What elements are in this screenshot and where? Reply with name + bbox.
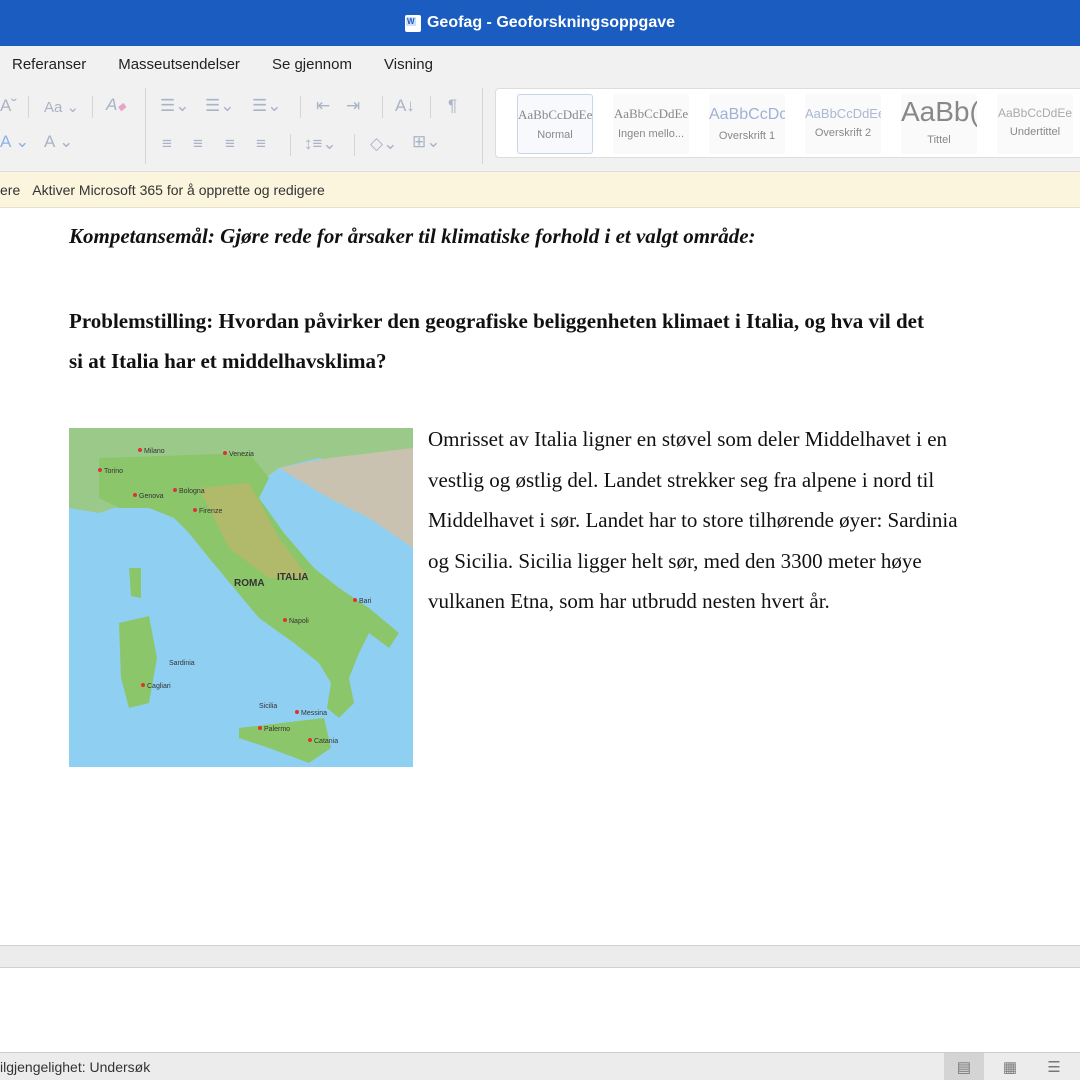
bullets-icon[interactable]: ☰⌄ [160, 96, 189, 116]
tab-se-gjennom[interactable]: Se gjennom [272, 56, 352, 73]
style-preview: AaBbCcDdEe [997, 106, 1073, 120]
style-label: Overskrift 2 [814, 127, 872, 139]
word-icon [404, 14, 421, 32]
map-label: Cagliari [147, 683, 171, 690]
map-label: Sardinia [169, 660, 195, 667]
style-overskrift-1[interactable]: AaBbCcDc Overskrift 1 [709, 94, 785, 154]
map-label: Firenze [199, 508, 222, 515]
style-label: Ingen mello... [617, 128, 685, 140]
title-bar: Geofag - Geoforskningsoppgave [0, 0, 1080, 46]
tab-visning[interactable]: Visning [384, 56, 433, 73]
font-color-button[interactable]: A ⌄ [44, 132, 73, 152]
map-label: Venezia [229, 451, 254, 458]
map-label: Torino [104, 468, 123, 475]
accessibility-status[interactable]: ilgjengelighet: Undersøk [0, 1059, 150, 1075]
map-label: Catania [314, 738, 338, 745]
styles-gallery: AaBbCcDdEe Normal AaBbCcDdEe Ingen mello...… [495, 88, 1080, 158]
align-right-icon[interactable]: ≡ [225, 134, 235, 154]
ribbon: A˘ Aa ⌄ A◆ A ⌄ A ⌄ ☰⌄ ☰⌄ ☰⌄ ⇤ ⇥ A↓ ¶ ≡ ≡… [0, 82, 1080, 172]
notice-prefix: ere [0, 181, 21, 198]
map-label: Napoli [289, 618, 309, 625]
style-normal[interactable]: AaBbCcDdEe Normal [517, 94, 593, 154]
style-preview: AaBbCcDdEe [613, 106, 689, 121]
style-undertittel[interactable]: AaBbCcDdEe Undertittel [997, 94, 1073, 154]
line-spacing-icon[interactable]: ↕≡⌄ [304, 134, 337, 154]
justify-icon[interactable]: ≡ [256, 134, 266, 154]
numbering-icon[interactable]: ☰⌄ [205, 96, 234, 116]
change-case-button[interactable]: Aa ⌄ [44, 98, 79, 116]
borders-icon[interactable]: ⊞⌄ [412, 132, 441, 152]
map-label: Messina [301, 710, 327, 717]
ribbon-tabs: Referanser Masseutsendelser Se gjennom V… [0, 46, 1080, 82]
font-size-icon[interactable]: A˘ [0, 96, 17, 116]
horizontal-scrollbar[interactable] [0, 945, 1080, 968]
tab-referanser[interactable]: Referanser [12, 56, 86, 73]
multilevel-list-icon[interactable]: ☰⌄ [252, 96, 281, 116]
style-label: Normal [537, 129, 573, 141]
style-tittel[interactable]: AaBb( Tittel [901, 94, 977, 154]
map-label: Genova [139, 493, 164, 500]
map-label: ROMA [234, 578, 265, 589]
outline-view-icon[interactable]: ☰ [1034, 1053, 1074, 1080]
window-title: Geofag - Geoforskningsoppgave [426, 14, 676, 31]
problem-statement: Problemstilling: Hvordan påvirker den ge… [69, 309, 924, 373]
map-label: ITALIA [277, 572, 308, 583]
document-page[interactable]: Kompetansemål: Gjøre rede for årsaker ti… [0, 208, 1080, 945]
shading-icon[interactable]: ◇⌄ [370, 134, 397, 154]
body-paragraph: Omrisset av Italia ligner en støvel som … [428, 427, 958, 613]
style-ingen-mello-[interactable]: AaBbCcDdEe Ingen mello... [613, 94, 689, 154]
tab-masseutsendelser[interactable]: Masseutsendelser [118, 56, 240, 73]
pilcrow-icon[interactable]: ¶ [448, 96, 457, 116]
style-label: Overskrift 1 [718, 130, 776, 142]
status-bar: ilgjengelighet: Undersøk [0, 1052, 1080, 1080]
text-effects-button[interactable]: A ⌄ [0, 132, 29, 152]
map-label: Milano [144, 448, 165, 455]
notice-text[interactable]: Aktiver Microsoft 365 for å opprette og … [32, 182, 325, 198]
map-label: Bologna [179, 488, 205, 495]
italy-map-image: ITALIA ROMA Milano Torino Venezia Bologna Fire… [69, 428, 413, 767]
align-left-icon[interactable]: ≡ [162, 134, 172, 154]
map-label: Bari [359, 598, 372, 605]
style-preview: AaBbCcDdEe [518, 107, 592, 122]
competence-heading: Kompetansemål: Gjøre rede for årsaker ti… [69, 224, 756, 248]
style-preview: AaBbCcDc [709, 106, 785, 123]
style-preview: AaBbCcDdEe [805, 106, 881, 121]
clear-formatting-icon[interactable]: A◆ [106, 95, 126, 115]
web-layout-view-icon[interactable]: ▦ [990, 1053, 1030, 1080]
align-center-icon[interactable]: ≡ [193, 134, 203, 154]
decrease-indent-icon[interactable]: ⇤ [316, 96, 330, 116]
sort-icon[interactable]: A↓ [395, 96, 415, 116]
style-overskrift-2[interactable]: AaBbCcDdEe Overskrift 2 [805, 94, 881, 154]
style-preview: AaBb( [901, 96, 977, 127]
activation-notice: ere Aktiver Microsoft 365 for å opprette… [0, 172, 1080, 208]
style-label: Undertittel [1009, 126, 1061, 138]
print-layout-view-icon[interactable]: ▤ [944, 1053, 984, 1080]
style-label: Tittel [927, 134, 951, 146]
map-label: Palermo [264, 726, 290, 733]
increase-indent-icon[interactable]: ⇥ [346, 96, 360, 116]
map-label: Sicilia [259, 703, 277, 710]
